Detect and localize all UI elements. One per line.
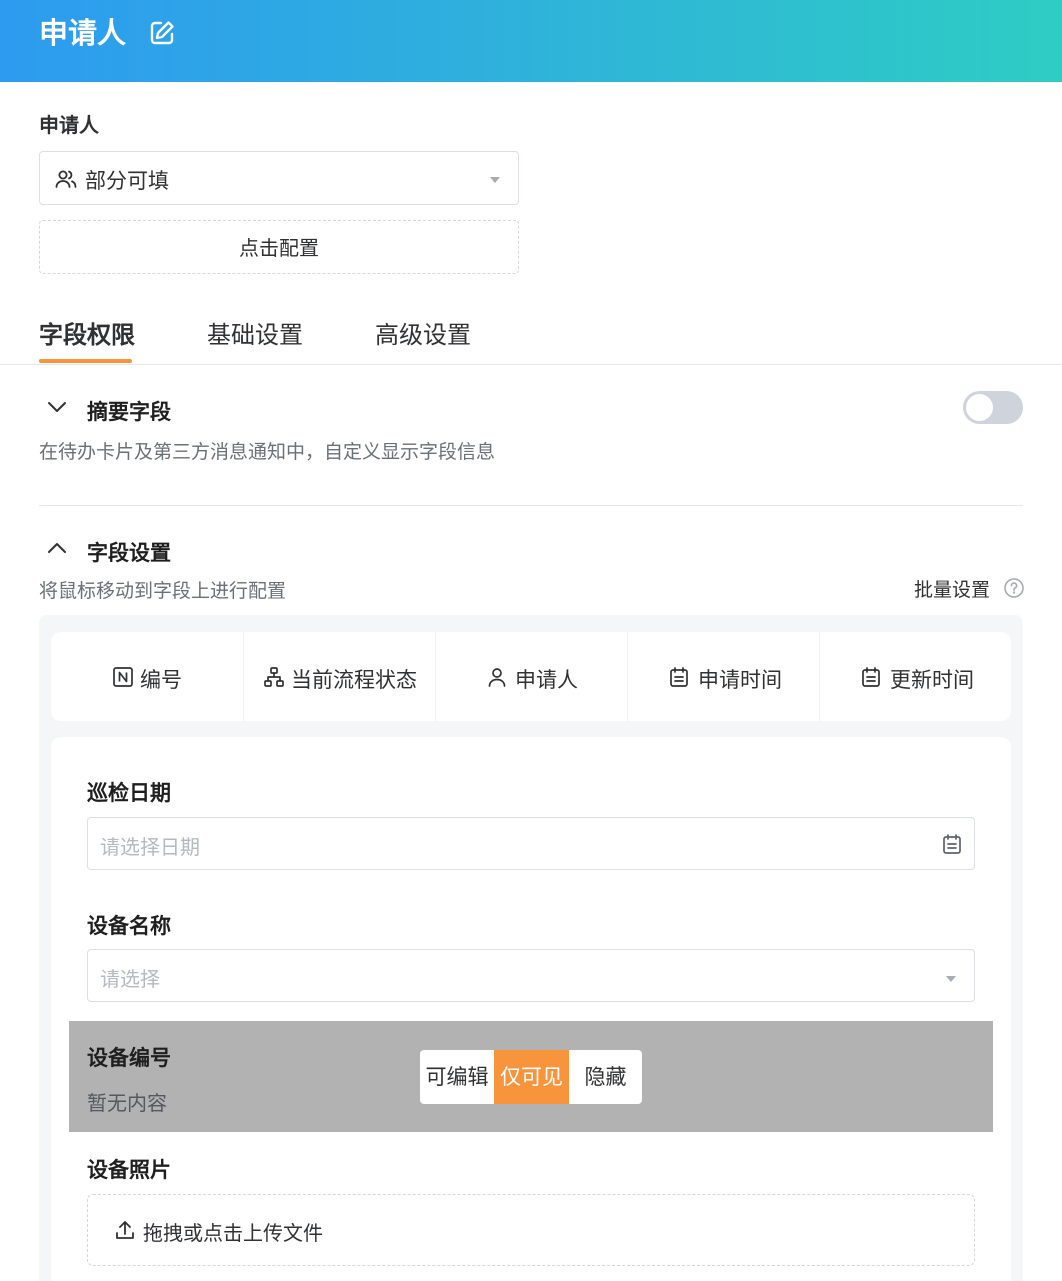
tab-field-permissions[interactable]: 字段权限 (39, 315, 135, 350)
applicant-permission-select[interactable]: 部分可填 (39, 151, 519, 205)
device-name-label: 设备名称 (87, 914, 171, 938)
field-settings-description: 将鼠标移动到字段上进行配置 (39, 580, 287, 602)
settings-tabs: 字段权限 基础设置 高级设置 (0, 300, 1062, 365)
user-icon (488, 668, 506, 687)
system-field-apply-time[interactable]: 申请时间 (627, 632, 819, 721)
upload-text: 拖拽或点击上传文件 (143, 1221, 323, 1245)
device-number-label: 设备编号 (87, 1046, 171, 1070)
system-field-label: 编号 (140, 668, 182, 692)
inspection-date-placeholder: 请选择日期 (100, 835, 200, 859)
flow-icon (264, 667, 284, 687)
summary-toggle[interactable] (963, 391, 1023, 424)
tab-advanced-settings[interactable]: 高级设置 (375, 315, 471, 350)
caret-down-icon (946, 976, 956, 982)
system-field-number[interactable]: 编号 (51, 632, 243, 721)
toggle-knob (966, 394, 993, 421)
permission-editable-option[interactable]: 可编辑 (420, 1050, 494, 1104)
calendar-icon (862, 667, 880, 687)
system-field-label: 申请时间 (698, 668, 782, 692)
device-name-select[interactable]: 请选择 (87, 949, 975, 1002)
permission-hidden-option[interactable]: 隐藏 (569, 1050, 642, 1104)
system-field-update-time[interactable]: 更新时间 (819, 632, 1011, 721)
caret-down-icon (490, 177, 500, 183)
system-field-applicant[interactable]: 申请人 (435, 632, 627, 721)
calendar-icon (670, 667, 688, 687)
device-photo-upload[interactable]: 拖拽或点击上传文件 (87, 1194, 975, 1266)
system-field-label: 申请人 (515, 668, 578, 692)
number-icon (113, 667, 133, 687)
header-title: 申请人 (39, 16, 127, 50)
divider (39, 505, 1023, 506)
edit-icon[interactable] (147, 18, 177, 48)
tab-basic-settings[interactable]: 基础设置 (207, 315, 303, 350)
field-hover-overlay[interactable]: 设备编号 暂无内容 可编辑 仅可见 隐藏 (69, 1021, 993, 1132)
permission-segmented-control: 可编辑 仅可见 隐藏 (420, 1050, 642, 1104)
config-button[interactable]: 点击配置 (39, 220, 519, 274)
permission-visible-option[interactable]: 仅可见 (494, 1050, 569, 1104)
inspection-date-label: 巡检日期 (87, 781, 171, 805)
system-field-label: 当前流程状态 (291, 668, 417, 692)
device-number-empty: 暂无内容 (87, 1091, 167, 1115)
page-header: 申请人 (0, 0, 1062, 82)
help-icon[interactable] (1003, 577, 1025, 599)
calendar-icon (943, 834, 961, 854)
summary-description: 在待办卡片及第三方消息通知中，自定义显示字段信息 (39, 441, 496, 463)
upload-icon (116, 1221, 134, 1239)
inspection-date-input[interactable]: 请选择日期 (87, 817, 975, 870)
chevron-down-icon[interactable] (46, 396, 68, 418)
system-fields-bar: 编号 当前流程状态 申请人 申请时间 更新时间 (51, 632, 1011, 721)
applicant-select-value: 部分可填 (85, 169, 169, 193)
field-settings-title: 字段设置 (87, 541, 171, 565)
batch-settings-link[interactable]: 批量设置 (914, 575, 990, 602)
device-photo-label: 设备照片 (87, 1158, 171, 1182)
summary-fields-title: 摘要字段 (87, 400, 171, 424)
device-name-placeholder: 请选择 (100, 967, 160, 991)
applicant-label: 申请人 (39, 113, 99, 137)
users-icon (55, 170, 77, 188)
system-field-label: 更新时间 (890, 668, 974, 692)
active-tab-indicator (39, 359, 132, 363)
system-field-flow-status[interactable]: 当前流程状态 (243, 632, 435, 721)
chevron-up-icon[interactable] (46, 537, 68, 559)
